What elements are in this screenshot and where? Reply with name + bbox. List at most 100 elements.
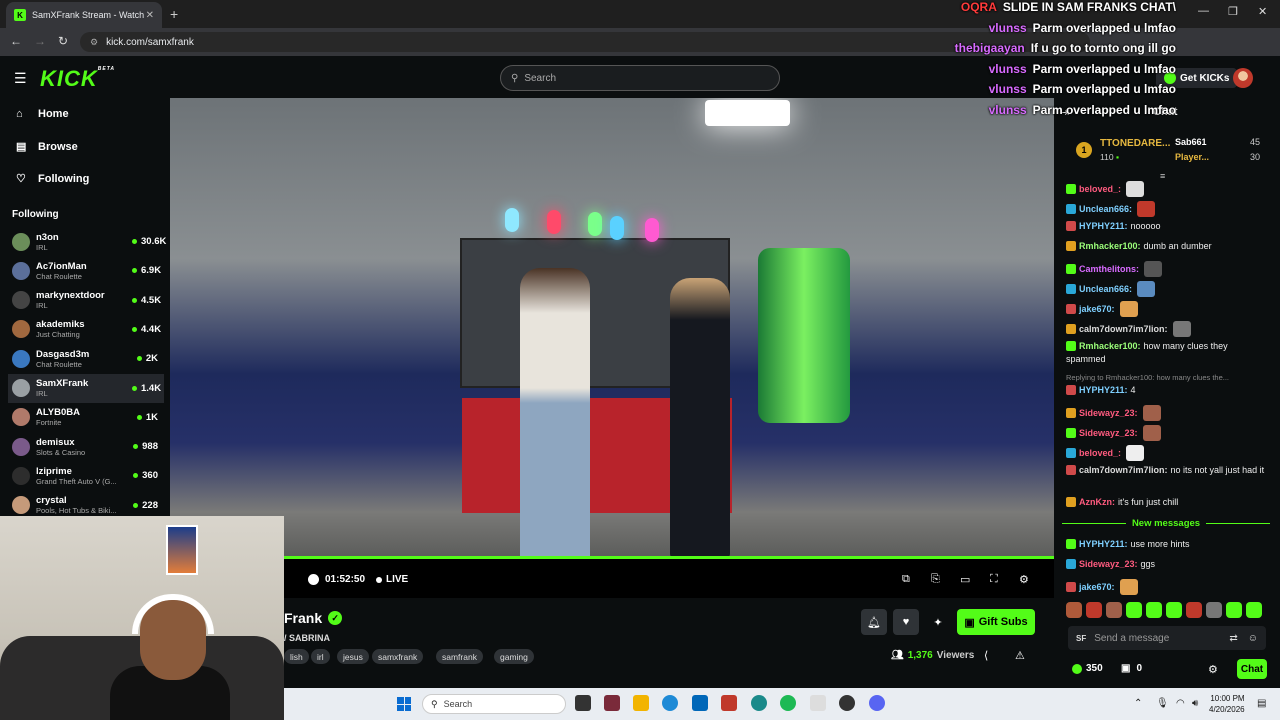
- menu-icon[interactable]: ☰: [14, 70, 27, 87]
- followed-channel[interactable]: ALYB0BA Fortnite 1K: [8, 403, 164, 432]
- search-input[interactable]: ⚲ Search: [500, 65, 780, 91]
- taskbar-clock[interactable]: 10:00 PM 4/20/2026: [1209, 693, 1245, 715]
- file-explorer-icon[interactable]: [633, 695, 649, 711]
- followed-channel[interactable]: Ac7ionMan Chat Roulette 6.9K: [8, 256, 164, 285]
- chat-message[interactable]: Camthelitons:: [1066, 261, 1163, 277]
- sidebar-item-home[interactable]: ⌂ Home: [16, 108, 69, 120]
- edge-icon[interactable]: [662, 695, 678, 711]
- taskbar-search-input[interactable]: ⚲ Search: [422, 694, 566, 714]
- chat-username[interactable]: AznKzn:: [1079, 497, 1115, 507]
- chat-username[interactable]: beloved_:: [1079, 448, 1121, 458]
- followed-channel[interactable]: SamXFrank IRL 1.4K: [8, 373, 164, 403]
- stream-tag[interactable]: irl: [311, 649, 330, 664]
- chat-message[interactable]: beloved_:: [1066, 181, 1145, 197]
- emote-icon[interactable]: [1206, 602, 1222, 618]
- emoji-icon[interactable]: ☺: [1248, 633, 1258, 644]
- video-player[interactable]: [170, 98, 1054, 558]
- streamer-name[interactable]: Frank ✓: [284, 610, 343, 626]
- new-messages-divider[interactable]: New messages: [1062, 518, 1270, 529]
- windows-start-icon[interactable]: [397, 697, 411, 711]
- emote-icon[interactable]: [1066, 602, 1082, 618]
- followed-channel[interactable]: markynextdoor IRL 4.5K: [8, 286, 164, 315]
- spotify-icon[interactable]: [780, 695, 796, 711]
- url-input[interactable]: ⚙ kick.com/samxfrank: [80, 32, 1090, 52]
- discord-icon[interactable]: [869, 695, 885, 711]
- chat-username[interactable]: Rmhacker100:: [1079, 241, 1141, 251]
- gift-subs-button[interactable]: ▣ Gift Subs: [957, 609, 1035, 635]
- window-close-button[interactable]: ✕: [1258, 5, 1267, 18]
- chat-username[interactable]: jake670:: [1079, 304, 1115, 314]
- fullscreen-icon[interactable]: ⛶: [990, 573, 998, 586]
- leader-name[interactable]: TTONEDARE...: [1100, 138, 1170, 149]
- chat-username[interactable]: Sidewayz_23:: [1079, 559, 1138, 569]
- chat-message[interactable]: beloved_:: [1066, 445, 1145, 461]
- chat-username[interactable]: HYPHY211:: [1079, 539, 1128, 549]
- chat-username[interactable]: HYPHY211:: [1079, 385, 1128, 395]
- new-tab-button[interactable]: +: [170, 6, 178, 22]
- chat-message[interactable]: spammed: [1066, 354, 1106, 364]
- chat-message[interactable]: calm7down7im7lion: no its not yall just h…: [1066, 465, 1264, 475]
- sidebar-item-browse[interactable]: ▤ Browse: [16, 140, 78, 154]
- notification-icon[interactable]: ▤: [1257, 698, 1266, 709]
- emote-icon[interactable]: [1146, 602, 1162, 618]
- pinned-expand-icon[interactable]: ≡: [1160, 171, 1165, 181]
- kicks-balance[interactable]: 350: [1072, 663, 1103, 674]
- user-avatar[interactable]: [1233, 68, 1253, 88]
- app-icon[interactable]: [751, 695, 767, 711]
- microphone-icon[interactable]: 🎙︎: [1156, 698, 1169, 709]
- chat-message[interactable]: calm7down7im7lion:: [1066, 321, 1191, 337]
- chat-message[interactable]: Sidewayz_23:: [1066, 405, 1161, 421]
- settings-icon[interactable]: ⚙: [1019, 573, 1029, 586]
- theater-mode-icon[interactable]: ▭: [960, 573, 970, 586]
- share-icon[interactable]: ⟨: [984, 649, 988, 662]
- notepad-icon[interactable]: [810, 695, 826, 711]
- wifi-icon[interactable]: ◠: [1176, 698, 1185, 709]
- progress-bar[interactable]: [284, 556, 1054, 559]
- chat-username[interactable]: Unclean666:: [1079, 284, 1132, 294]
- emote-icon[interactable]: [1126, 602, 1142, 618]
- chat-username[interactable]: HYPHY211:: [1079, 221, 1128, 231]
- chat-username[interactable]: beloved_:: [1079, 184, 1121, 194]
- follow-heart-button[interactable]: ♥: [893, 609, 919, 635]
- minimize-button[interactable]: —: [1198, 5, 1209, 17]
- chat-message[interactable]: Sidewayz_23:: [1066, 425, 1161, 441]
- report-icon[interactable]: ⚠: [1015, 649, 1025, 662]
- app-icon[interactable]: [604, 695, 620, 711]
- stream-tag[interactable]: samxfrank: [372, 649, 424, 664]
- kick-logo[interactable]: KICKBETA: [40, 66, 115, 92]
- chat-message[interactable]: Rmhacker100: dumb an dumber: [1066, 241, 1212, 251]
- chat-username[interactable]: calm7down7im7lion:: [1079, 465, 1168, 475]
- clip-icon[interactable]: ⎘: [931, 573, 940, 586]
- forward-icon[interactable]: →: [34, 34, 46, 48]
- miniplayer-icon[interactable]: ⧉: [902, 573, 910, 586]
- tray-chevron-icon[interactable]: ⌃: [1134, 698, 1142, 709]
- chat-settings-icon[interactable]: ⚙: [1208, 663, 1218, 676]
- chat-message[interactable]: AznKzn: it's fun just chill: [1066, 497, 1178, 507]
- chat-username[interactable]: Rmhacker100:: [1079, 341, 1141, 351]
- emote-icon[interactable]: [1086, 602, 1102, 618]
- followed-channel[interactable]: demisux Slots & Casino 988: [8, 432, 164, 461]
- stream-tag[interactable]: gaming: [494, 649, 534, 664]
- stream-tag[interactable]: samfrank: [436, 649, 483, 664]
- reload-icon[interactable]: ↻: [58, 34, 68, 48]
- followed-channel[interactable]: lziprime Grand Theft Auto V (G... 360: [8, 461, 164, 490]
- chat-message[interactable]: Sidewayz_23: ggs: [1066, 559, 1155, 569]
- seek-handle[interactable]: [308, 574, 319, 585]
- chat-username[interactable]: Sidewayz_23:: [1079, 408, 1138, 418]
- browser-tab[interactable]: K SamXFrank Stream - Watch ✕: [6, 2, 162, 28]
- emote-icon[interactable]: [1246, 602, 1262, 618]
- gifts-balance[interactable]: ▣ 0: [1121, 663, 1142, 674]
- chat-username[interactable]: calm7down7im7lion:: [1079, 324, 1168, 334]
- chat-message-input[interactable]: SF Send a message ⇄ ☺: [1068, 626, 1266, 650]
- chrome-icon[interactable]: [839, 695, 855, 711]
- chat-message[interactable]: Unclean666:: [1066, 201, 1156, 217]
- emote-icon[interactable]: [1226, 602, 1242, 618]
- sparkle-button[interactable]: ✦: [925, 609, 951, 635]
- site-info-icon[interactable]: ⚙: [90, 37, 98, 48]
- stream-tag[interactable]: lish: [284, 649, 309, 664]
- leaderboard-row[interactable]: Player... 30: [1175, 152, 1260, 162]
- maximize-button[interactable]: ❐: [1228, 5, 1238, 18]
- chat-send-button[interactable]: Chat: [1237, 659, 1267, 679]
- followed-channel[interactable]: akademiks Just Chatting 4.4K: [8, 315, 164, 344]
- task-view-icon[interactable]: [575, 695, 591, 711]
